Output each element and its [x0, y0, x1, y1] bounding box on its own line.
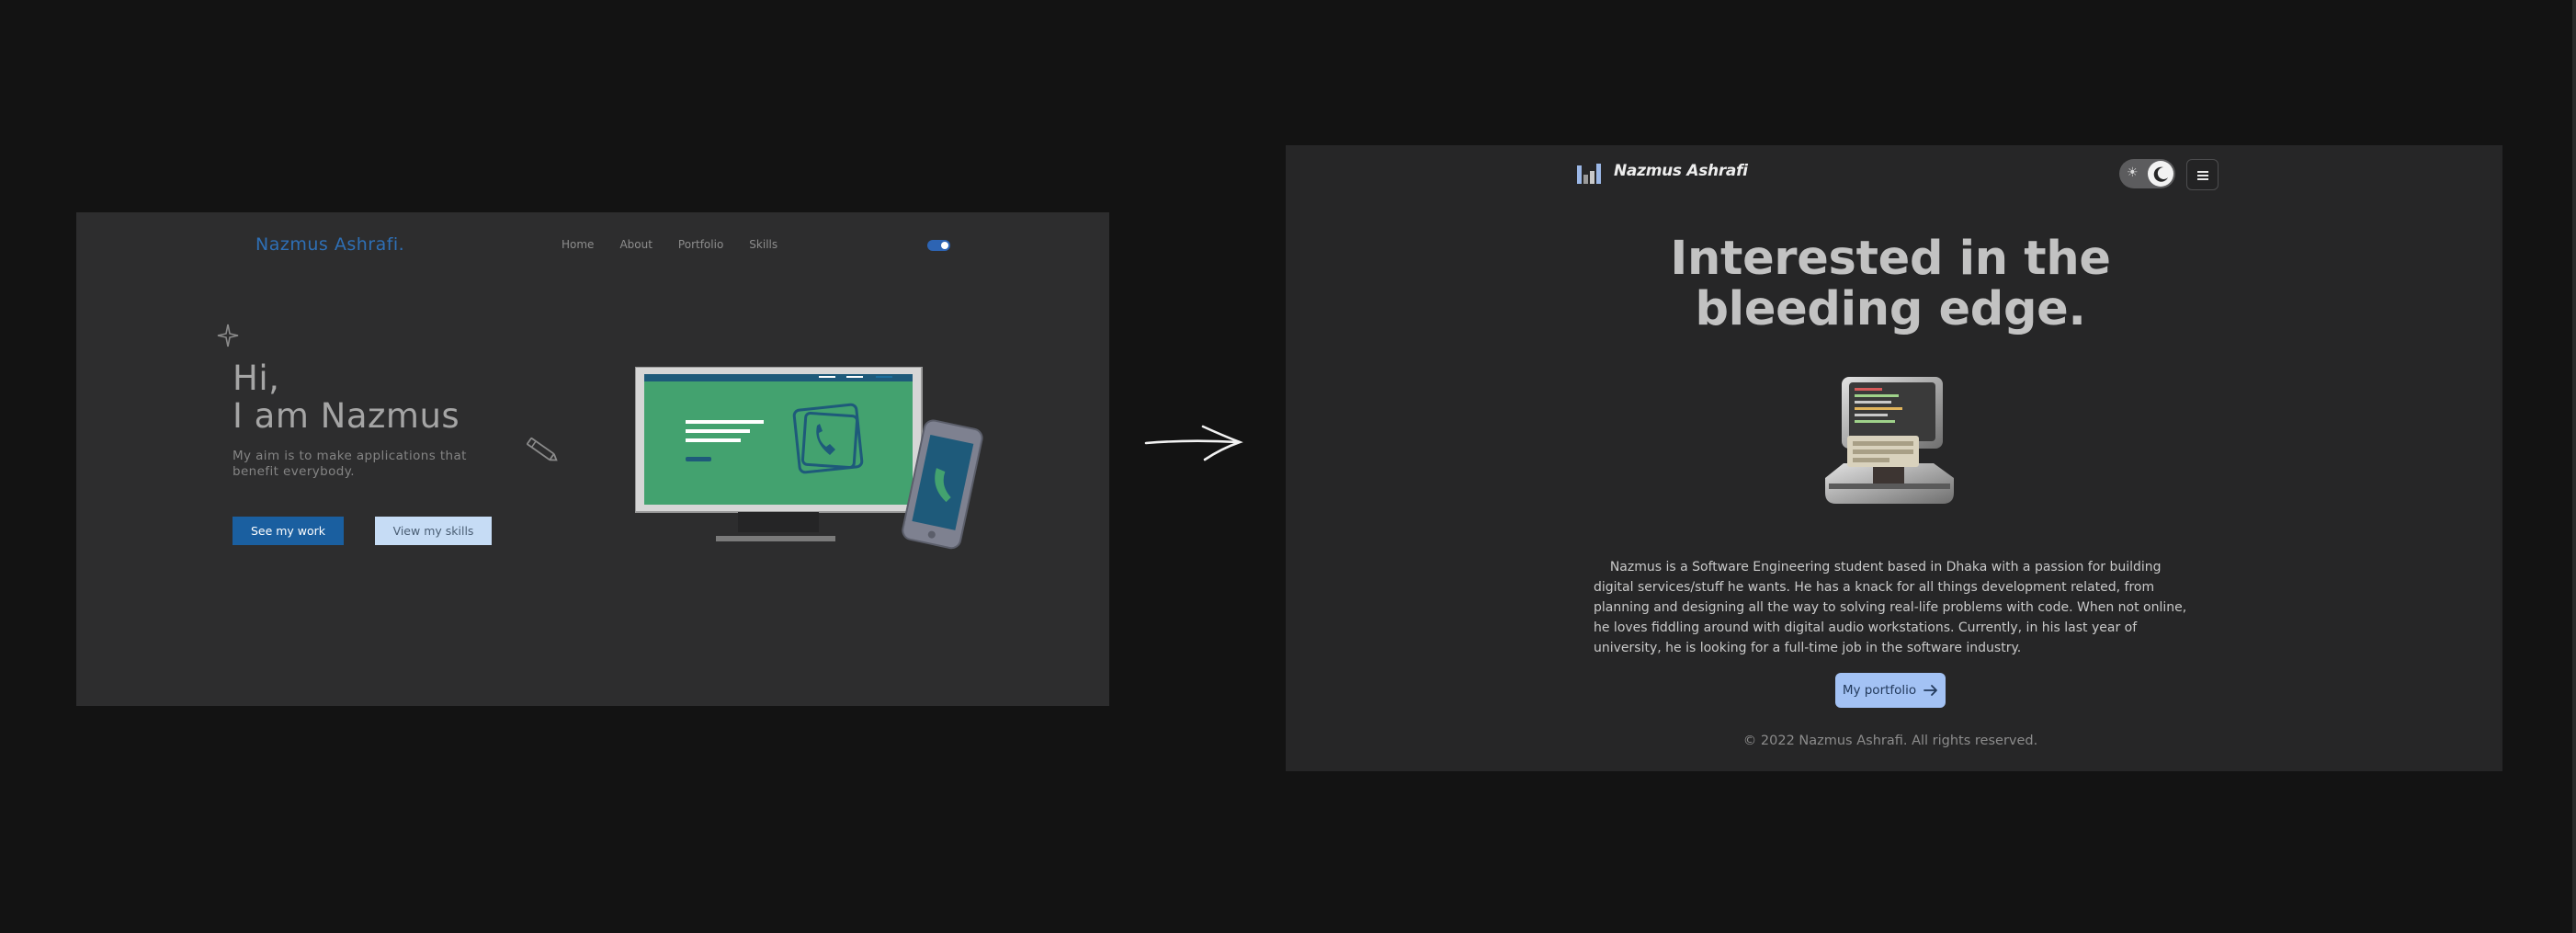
sun-icon: ☀ — [2127, 165, 2139, 180]
bio-text: Nazmus is a Software Engineering student… — [1594, 560, 2187, 655]
comparison-canvas: Nazmus Ashrafi. Home About Portfolio Ski… — [0, 0, 2576, 933]
old-theme-toggle[interactable] — [927, 240, 950, 251]
page-headline: Interested in the bleeding edge. — [1286, 233, 2495, 335]
theme-toggle[interactable]: ☀ — [2119, 159, 2175, 188]
bio-paragraph: Nazmus is a Software Engineering student… — [1594, 557, 2191, 658]
headline-line2: bleeding edge. — [1695, 282, 2086, 336]
pencil-icon — [527, 438, 558, 461]
retro-computer-illustration — [1825, 377, 1954, 504]
old-site-screenshot: Nazmus Ashrafi. Home About Portfolio Ski… — [76, 212, 1109, 706]
old-nav-portfolio[interactable]: Portfolio — [678, 238, 723, 251]
footer-copyright: © 2022 Nazmus Ashrafi. All rights reserv… — [1742, 734, 2038, 748]
old-brand-logo[interactable]: Nazmus Ashrafi. — [255, 234, 404, 255]
old-aim-text: My aim is to make applications that bene… — [233, 449, 467, 479]
hamburger-menu-button[interactable] — [2186, 159, 2219, 190]
arrow-right-icon — [1144, 425, 1243, 461]
headline-line1: Interested in the — [1670, 232, 2111, 286]
my-portfolio-button[interactable]: My portfolio — [1835, 673, 1946, 708]
toggle-knob — [2148, 161, 2173, 187]
sparkle-icon — [217, 324, 239, 347]
arrow-right-icon — [1923, 685, 1938, 696]
bar-chart-logo-icon[interactable] — [1576, 162, 1604, 184]
old-nav-about[interactable]: About — [619, 238, 652, 251]
view-my-skills-button[interactable]: View my skills — [375, 517, 492, 545]
old-nav: Home About Portfolio Skills — [562, 238, 803, 251]
old-greeting: Hi, I am Nazmus — [233, 359, 460, 435]
portfolio-button-label: My portfolio — [1842, 683, 1917, 698]
new-site-screenshot: Nazmus Ashrafi ☀ Interested in the bleed… — [1286, 145, 2502, 771]
hamburger-menu-icon — [2197, 171, 2208, 173]
scrollbar-strip — [2572, 0, 2576, 933]
old-greeting-line1: Hi, — [233, 358, 280, 398]
old-nav-home[interactable]: Home — [562, 238, 594, 251]
devices-illustration — [635, 367, 983, 550]
moon-icon — [2153, 166, 2168, 182]
old-greeting-line2: I am Nazmus — [233, 396, 460, 436]
new-brand-logo[interactable]: Nazmus Ashrafi — [1614, 162, 1748, 180]
old-nav-skills[interactable]: Skills — [749, 238, 777, 251]
see-my-work-button[interactable]: See my work — [233, 517, 344, 545]
